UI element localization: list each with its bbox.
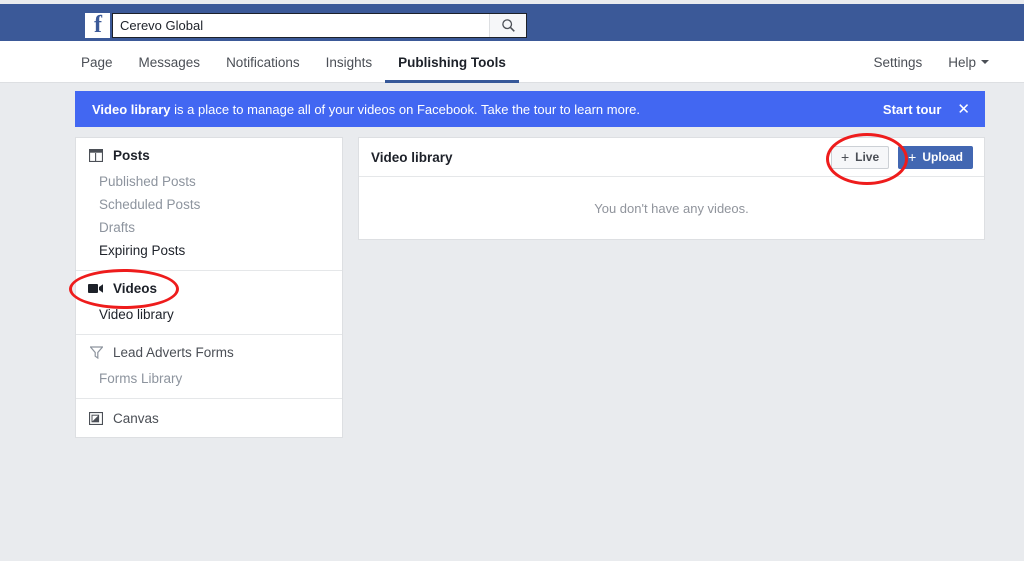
live-button-label: Live: [855, 150, 880, 164]
sidebar-group-posts: Posts Published Posts Scheduled Posts Dr…: [76, 138, 342, 271]
plus-icon: +: [840, 149, 850, 165]
search-icon: [501, 18, 516, 33]
sidebar-group-canvas: Canvas: [76, 399, 342, 437]
video-library-panel: Video library + Live + Upload You don't …: [358, 137, 985, 240]
facebook-top-bar: f: [0, 4, 1024, 41]
search-input[interactable]: [113, 14, 489, 37]
plus-icon: +: [908, 149, 917, 165]
sidebar-group-lead-adverts-forms: Lead Adverts Forms Forms Library: [76, 335, 342, 399]
facebook-logo-icon[interactable]: f: [85, 13, 110, 38]
search-bar[interactable]: [112, 13, 527, 38]
sidebar-item-published-posts[interactable]: Published Posts: [76, 170, 342, 193]
canvas-square-icon: [88, 410, 104, 426]
sidebar-item-video-library[interactable]: Video library: [76, 303, 342, 334]
video-library-banner: Video library is a place to manage all o…: [75, 91, 985, 127]
close-icon[interactable]: ✕: [957, 102, 970, 117]
sidebar-item-label: Lead Adverts Forms: [113, 344, 234, 360]
upload-button-label: Upload: [922, 150, 963, 164]
page-title: Video library: [371, 149, 453, 165]
empty-state: You don't have any videos.: [359, 177, 984, 239]
chevron-down-icon: [981, 60, 989, 64]
page-nav-bar: Page Messages Notifications Insights Pub…: [0, 41, 1024, 83]
nav-item-label: Messages: [138, 54, 201, 70]
upload-button[interactable]: + Upload: [898, 145, 973, 169]
nav-right-items: Settings Help: [860, 41, 1002, 83]
nav-item-label: Settings: [873, 54, 923, 70]
nav-item-insights[interactable]: Insights: [313, 41, 386, 83]
sidebar-item-expiring-posts[interactable]: Expiring Posts: [76, 239, 342, 270]
banner-rest: is a place to manage all of your videos …: [170, 101, 640, 117]
sidebar-item-canvas[interactable]: Canvas: [76, 399, 342, 437]
sidebar-item-label: Canvas: [113, 410, 159, 426]
nav-item-label: Notifications: [226, 54, 300, 70]
sidebar-item-label: Posts: [113, 147, 150, 163]
nav-item-label: Help: [948, 54, 976, 70]
nav-item-page[interactable]: Page: [68, 41, 126, 83]
sidebar-group-videos: Videos Video library: [76, 271, 342, 335]
nav-left-items: Page Messages Notifications Insights Pub…: [68, 41, 519, 83]
sidebar-item-drafts[interactable]: Drafts: [76, 216, 342, 239]
publishing-tools-sidebar: Posts Published Posts Scheduled Posts Dr…: [75, 137, 343, 438]
live-button[interactable]: + Live: [830, 145, 890, 169]
nav-item-help[interactable]: Help: [935, 41, 1002, 83]
banner-message: Video library is a place to manage all o…: [92, 102, 883, 117]
sidebar-item-videos[interactable]: Videos: [76, 271, 342, 303]
sidebar-item-label: Videos: [113, 280, 158, 296]
sidebar-item-scheduled-posts[interactable]: Scheduled Posts: [76, 193, 342, 216]
banner-lead: Video library: [92, 101, 171, 117]
search-button[interactable]: [489, 14, 526, 37]
sidebar-item-posts[interactable]: Posts: [76, 138, 342, 170]
sidebar-item-lead-adverts-forms[interactable]: Lead Adverts Forms: [76, 335, 342, 367]
empty-state-message: You don't have any videos.: [594, 200, 749, 216]
video-camera-icon: [88, 280, 104, 296]
nav-item-messages[interactable]: Messages: [126, 41, 214, 83]
posts-window-icon: [88, 147, 104, 163]
nav-item-publishing-tools[interactable]: Publishing Tools: [385, 41, 519, 83]
start-tour-button[interactable]: Start tour: [883, 102, 942, 117]
nav-item-label: Page: [81, 54, 113, 70]
panel-header: Video library + Live + Upload: [359, 138, 984, 177]
nav-item-settings[interactable]: Settings: [860, 41, 935, 83]
sidebar-item-forms-library[interactable]: Forms Library: [76, 367, 342, 398]
funnel-icon: [88, 344, 104, 360]
nav-item-notifications[interactable]: Notifications: [213, 41, 313, 83]
nav-item-label: Publishing Tools: [398, 54, 506, 70]
nav-item-label: Insights: [325, 54, 373, 70]
